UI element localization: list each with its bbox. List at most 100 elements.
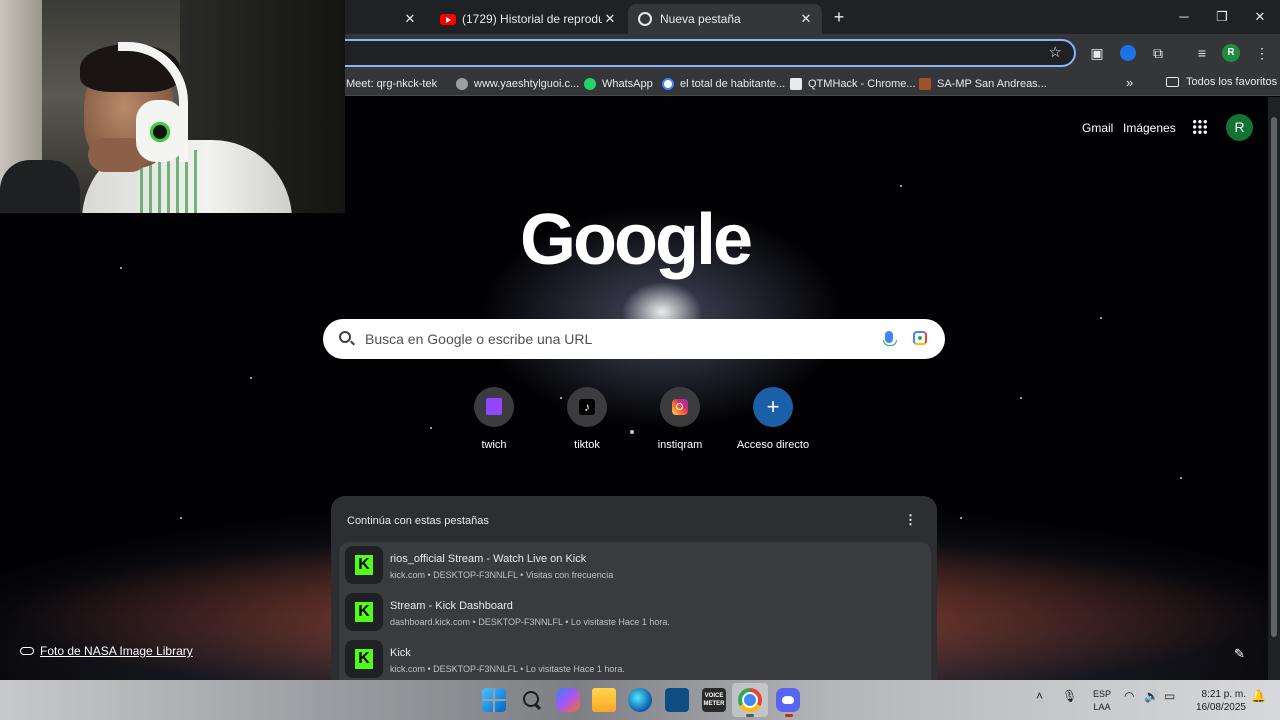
bookmark-label: SA-MP San Andreas... <box>937 78 1047 90</box>
notification-bell-icon[interactable]: 🔔 <box>1251 689 1266 703</box>
menu-kebab-icon[interactable]: ⋮ <box>1252 43 1272 63</box>
keyboard-language[interactable]: ESP LAA <box>1090 688 1114 714</box>
images-link[interactable]: Imágenes <box>1123 121 1176 135</box>
shortcut-tile <box>474 387 514 427</box>
bookmark-label: Meet: qrg-nkck-tek <box>346 78 438 90</box>
taskbar-icons: VOICE METER <box>0 680 1280 720</box>
bookmark-samp[interactable]: SA-MP San Andreas... <box>919 76 1047 92</box>
file-explorer-icon[interactable] <box>592 688 616 712</box>
maximize-button[interactable]: ❐ <box>1209 6 1235 28</box>
folder-icon <box>1166 77 1179 87</box>
profile-button[interactable]: R <box>1222 44 1240 62</box>
bookmark-whatsapp[interactable]: WhatsApp <box>584 76 653 92</box>
list-item-meta: kick.com • DESKTOP-F3NNLFL • Lo visitast… <box>390 664 625 674</box>
clock-date: 16/08/2025 <box>1195 702 1246 713</box>
list-item[interactable]: K Kick kick.com • DESKTOP-F3NNLFL • Lo v… <box>339 636 931 680</box>
language-code: ESP <box>1092 689 1111 699</box>
photo-credit-text: Foto de NASA Image Library <box>40 644 193 658</box>
tab-new-tab[interactable]: Nueva pestaña ✕ <box>628 4 822 34</box>
voicemeeter-icon[interactable]: VOICE METER <box>702 688 726 712</box>
shortcut-label: tiktok <box>574 439 600 451</box>
tab-close-icon[interactable]: ✕ <box>402 11 418 27</box>
tab-close-icon[interactable]: ✕ <box>798 11 814 27</box>
shortcut-tile <box>660 387 700 427</box>
store-icon[interactable] <box>665 688 689 712</box>
edge-icon[interactable] <box>628 688 652 712</box>
add-icon: + <box>766 394 780 419</box>
google-logo: Google <box>520 200 753 280</box>
all-bookmarks-button[interactable]: Todos los favoritos <box>1166 76 1277 88</box>
media-controls-icon[interactable]: ≡ <box>1192 43 1212 63</box>
tiktok-icon: ♪ <box>579 399 595 415</box>
continue-tabs-list: K rios_official Stream - Watch Live on K… <box>339 542 931 680</box>
webcam-overlay <box>0 0 345 213</box>
chrome-icon[interactable] <box>738 688 762 712</box>
wifi-icon[interactable]: ◠ <box>1124 689 1134 703</box>
battery-icon[interactable]: ▭ <box>1164 689 1175 703</box>
new-tab-button[interactable]: + <box>828 6 850 28</box>
taskbar-search-icon[interactable] <box>519 688 543 712</box>
tray-chevron-icon[interactable]: ˄ <box>1036 689 1043 703</box>
scrollbar-thumb[interactable] <box>1271 117 1277 637</box>
shortcut-label: Acceso directo <box>736 439 810 451</box>
shortcut-label: instiqram <box>657 439 703 451</box>
discord-running-indicator <box>785 714 793 717</box>
shortcut-twitch[interactable]: twich <box>449 387 539 451</box>
youtube-icon <box>440 13 456 25</box>
bookmark-yaeshtylguoi[interactable]: www.yaeshtylguoi.c... <box>456 76 579 92</box>
copilot-icon[interactable] <box>556 688 580 712</box>
list-item[interactable]: K Stream - Kick Dashboard dashboard.kick… <box>339 589 931 633</box>
all-bookmarks-label: Todos los favoritos <box>1186 76 1278 88</box>
discord-icon[interactable] <box>776 688 800 712</box>
close-window-button[interactable]: ✕ <box>1247 6 1273 28</box>
taskbar-clock[interactable]: 8:21 p. m. 16/08/2025 <box>1184 688 1246 714</box>
kick-icon: K <box>355 602 373 622</box>
bookmark-label: el total de habitante... <box>680 78 786 90</box>
bookmark-label: WhatsApp <box>602 78 653 90</box>
webcam-headset-cup <box>136 100 184 162</box>
voice-search-icon[interactable] <box>883 331 897 346</box>
bookmark-meet[interactable]: Meet: qrg-nkck-tek <box>346 76 437 92</box>
photo-credit-link[interactable]: Foto de NASA Image Library <box>20 644 193 658</box>
screen: ✕ (1729) Historial de reproducción ✕ Nue… <box>0 0 1280 720</box>
list-item-meta: kick.com • DESKTOP-F3NNLFL • Visitas con… <box>390 570 614 580</box>
twitch-icon <box>486 398 502 415</box>
kick-favicon-tile: K <box>345 640 383 678</box>
continue-tabs-menu-icon[interactable]: ⋮ <box>904 512 917 528</box>
customize-pencil-icon[interactable]: ✎ <box>1234 646 1245 662</box>
list-item-meta: dashboard.kick.com • DESKTOP-F3NNLFL • L… <box>390 617 670 627</box>
bookmark-qtmhack[interactable]: QTMHack - Chrome... <box>790 76 916 92</box>
volume-icon[interactable]: 🔊 <box>1144 689 1159 703</box>
address-bar[interactable]: ☆ <box>300 39 1076 67</box>
bookmark-star-icon[interactable]: ☆ <box>1049 43 1062 61</box>
page-scrollbar[interactable] <box>1268 97 1280 680</box>
search-box[interactable] <box>323 319 945 359</box>
extension-blue-icon[interactable] <box>1120 45 1136 61</box>
bookmark-label: www.yaeshtylguoi.c... <box>474 78 580 90</box>
google-lens-icon[interactable] <box>913 331 927 345</box>
tray-mic-icon[interactable]: 🎙 <box>1062 689 1077 703</box>
globe-icon <box>456 78 468 90</box>
shortcut-tile: ♪ <box>567 387 607 427</box>
extension-icon[interactable]: ▣ <box>1087 43 1107 63</box>
bookmark-label: QTMHack - Chrome... <box>808 78 916 90</box>
shortcut-tiktok[interactable]: ♪ tiktok <box>542 387 632 451</box>
shortcut-instagram[interactable]: instiqram <box>635 387 725 451</box>
bookmark-habitantes[interactable]: el total de habitante... <box>662 76 785 92</box>
extensions-puzzle-icon[interactable]: ⧉ <box>1148 43 1168 63</box>
tab-title: (1729) Historial de reproducción <box>462 12 602 26</box>
account-avatar[interactable]: R <box>1226 114 1253 141</box>
gmail-link[interactable]: Gmail <box>1082 121 1113 135</box>
tab-title: Nueva pestaña <box>660 12 741 26</box>
star-decoration <box>120 267 122 269</box>
tab-youtube-history[interactable]: (1729) Historial de reproducción ✕ <box>430 4 626 34</box>
google-apps-icon[interactable] <box>1192 119 1208 135</box>
minimize-button[interactable]: ─ <box>1171 6 1197 28</box>
list-item[interactable]: K rios_official Stream - Watch Live on K… <box>339 542 931 586</box>
shortcut-add[interactable]: + Acceso directo <box>728 387 818 451</box>
search-input[interactable] <box>365 327 845 351</box>
tab-close-icon[interactable]: ✕ <box>602 11 618 27</box>
instagram-icon <box>672 399 688 415</box>
start-button[interactable] <box>482 688 506 712</box>
bookmarks-overflow-button[interactable]: » <box>1126 75 1133 90</box>
